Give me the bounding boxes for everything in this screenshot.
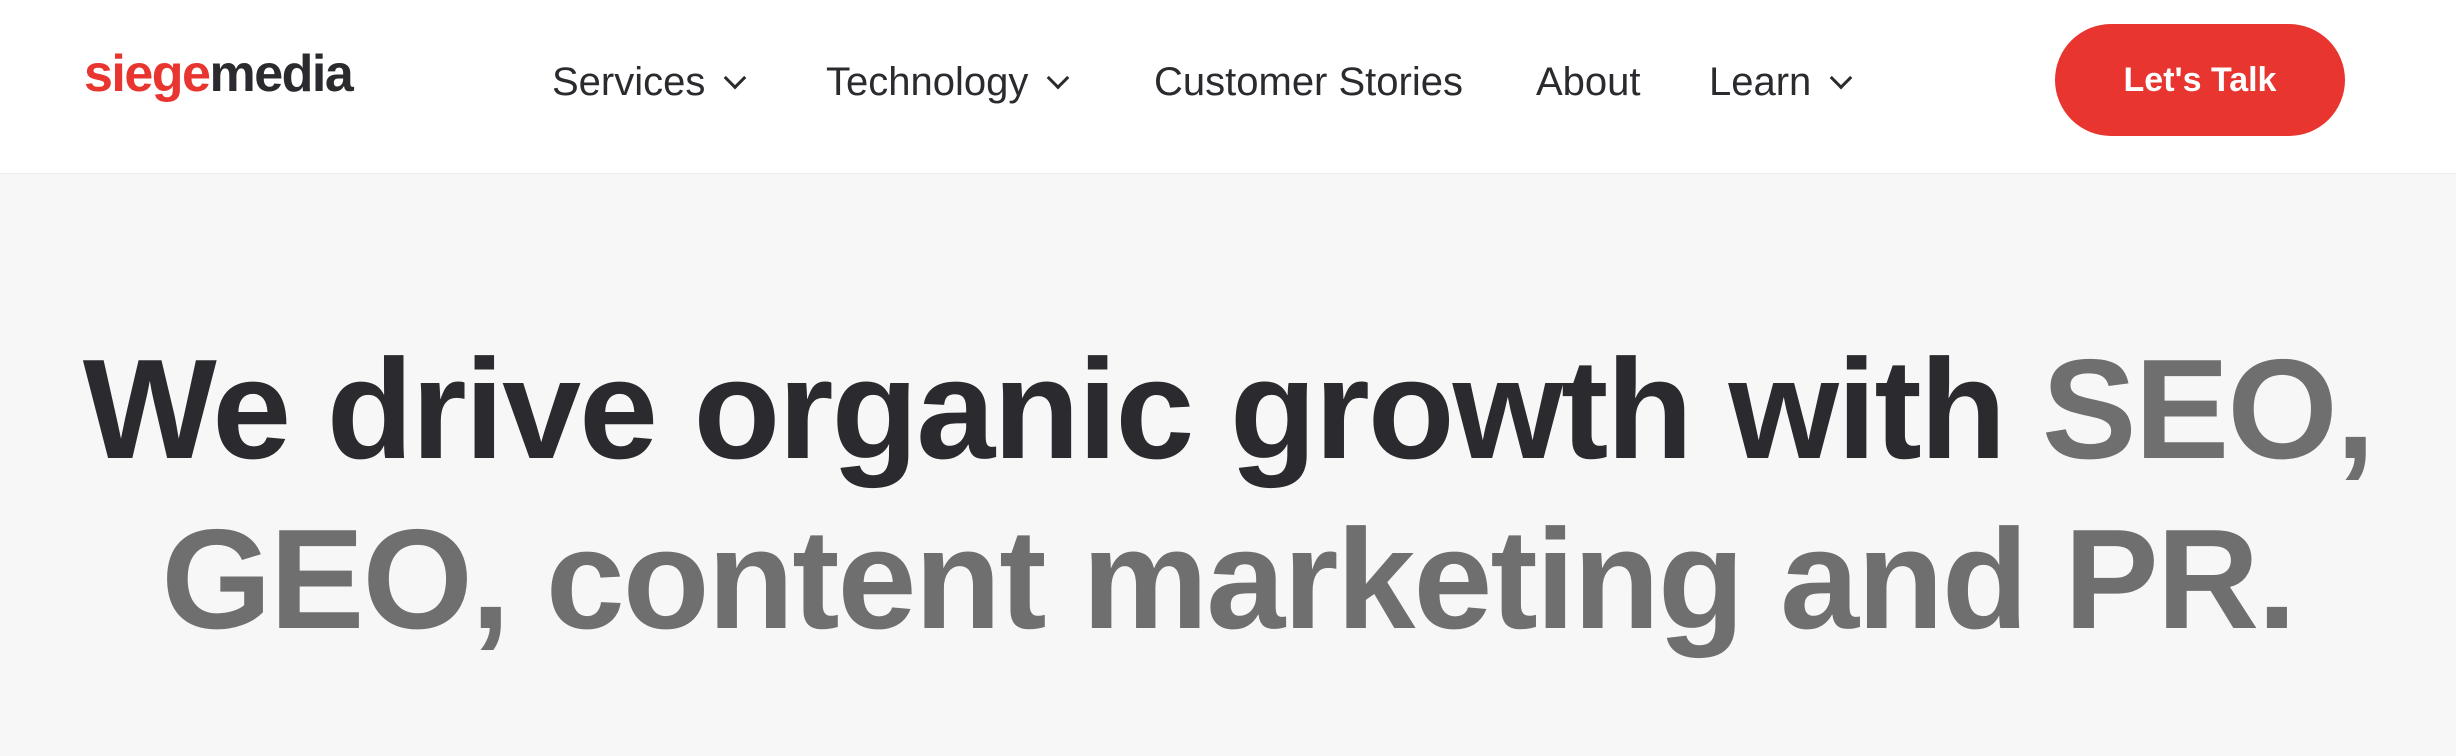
headline-dark: We drive organic growth with <box>82 330 2007 490</box>
hero-headline: We drive organic growth with SEO, GEO, c… <box>0 325 2456 665</box>
logo-media: media <box>209 45 353 103</box>
nav-item-learn[interactable]: Learn <box>1709 52 1853 112</box>
nav-item-technology[interactable]: Technology <box>826 52 1070 112</box>
nav-item-label: Learn <box>1709 59 1812 104</box>
nav-item-customer-stories[interactable]: Customer Stories <box>1154 52 1463 112</box>
headline-gray-line1: SEO, <box>2041 330 2375 490</box>
logo-siege: siege <box>84 45 211 103</box>
nav-item-label: Technology <box>826 59 1029 104</box>
nav-item-services[interactable]: Services <box>552 52 747 112</box>
chevron-down-icon <box>724 66 747 90</box>
siege-media-logo[interactable]: siegemedia <box>84 45 354 103</box>
chevron-down-icon <box>1829 66 1853 90</box>
site-header: siegemedia Services Technology Customer … <box>0 0 2456 174</box>
lets-talk-button[interactable]: Let's Talk <box>2055 24 2345 136</box>
nav-item-about[interactable]: About <box>1536 52 1641 112</box>
nav-item-label: About <box>1536 59 1641 104</box>
nav-item-label: Customer Stories <box>1154 59 1463 104</box>
chevron-down-icon <box>1047 66 1070 90</box>
headline-gray-line2: GEO, content marketing and PR. <box>161 500 2296 660</box>
nav-item-label: Services <box>552 59 706 104</box>
